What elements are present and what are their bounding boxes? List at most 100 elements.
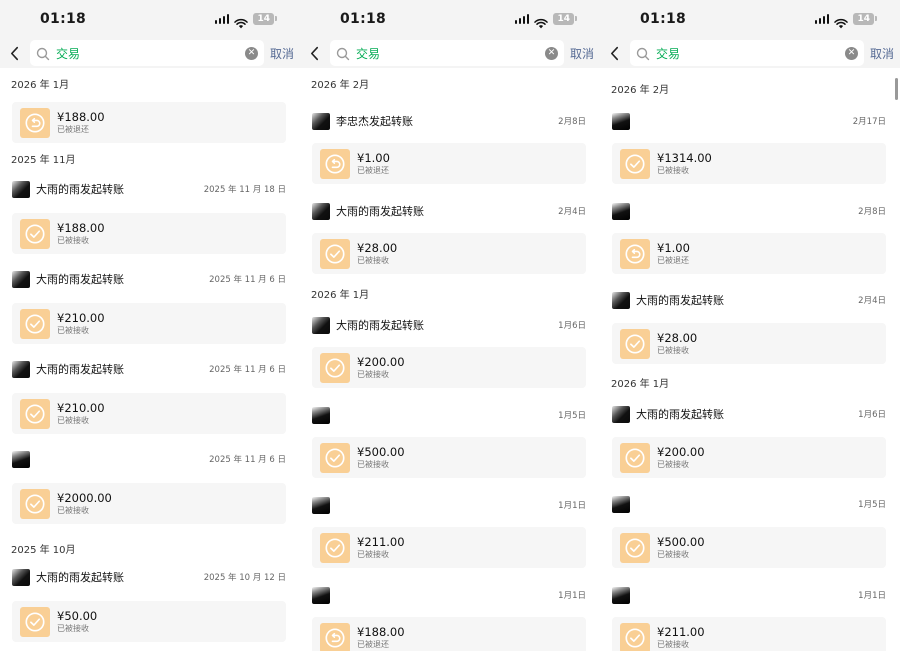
status-time: 01:18	[640, 11, 687, 27]
sender-name: 大雨的雨发起转账	[336, 205, 424, 218]
avatar[interactable]	[612, 495, 630, 513]
transfer-card[interactable]: ¥211.00 已被接收	[312, 527, 586, 568]
sender-name: 大雨的雨发起转账	[36, 571, 124, 584]
transfer-date: 2025 年 10 月 12 日	[203, 573, 286, 583]
search-term: 交易	[56, 46, 81, 61]
sender-row[interactable]: 1月5日	[312, 405, 586, 425]
status-time: 01:18	[40, 11, 87, 27]
transfer-status: 已被退还	[357, 165, 389, 175]
sender-row[interactable]: 李忠杰发起转账 2月8日	[312, 111, 586, 131]
avatar[interactable]	[312, 202, 330, 220]
transfer-date: 2月4日	[858, 296, 886, 306]
transfer-amount: ¥211.00	[657, 624, 705, 639]
transfer-card[interactable]: ¥210.00 已被接收	[12, 303, 286, 344]
avatar[interactable]	[612, 586, 630, 604]
avatar[interactable]	[12, 450, 30, 468]
transfer-card[interactable]: ¥188.00 已被退还	[312, 617, 586, 651]
transfer-card[interactable]: ¥500.00 已被接收	[612, 527, 886, 568]
transfer-card[interactable]: ¥1314.00 已被接收	[612, 143, 886, 184]
transfer-amount: ¥188.00	[357, 624, 405, 639]
avatar[interactable]	[612, 405, 630, 423]
avatar[interactable]	[312, 112, 330, 130]
sender-row[interactable]: 大雨的雨发起转账 2025 年 11 月 6 日	[12, 269, 286, 289]
clear-icon[interactable]: ✕	[844, 46, 858, 60]
transfer-status: 已被接收	[657, 639, 689, 649]
transfer-card[interactable]: ¥1.00 已被退还	[612, 233, 886, 274]
month-header: 2026 年 1月	[611, 379, 670, 390]
month-header: 2026 年 1月	[311, 290, 370, 301]
sender-row[interactable]: 大雨的雨发起转账 2025 年 11 月 18 日	[12, 179, 286, 199]
transfer-amount: ¥1314.00	[657, 150, 712, 165]
transfer-amount: ¥28.00	[657, 330, 698, 345]
transfer-amount: ¥200.00	[657, 444, 705, 459]
avatar[interactable]	[312, 316, 330, 334]
transfer-amount: ¥200.00	[357, 354, 405, 369]
sender-row[interactable]: 1月1日	[312, 495, 586, 515]
chat-search-panel: 01:18 14 交易 ✕ 取消 2026 年 2月 李忠杰发起转账 2月8日 ¥1.00 已被退…	[300, 0, 600, 651]
sender-row[interactable]: 大雨的雨发起转账 2月4日	[312, 201, 586, 221]
status-icons: 14	[814, 13, 877, 28]
transfer-card[interactable]: ¥200.00 已被接收	[312, 347, 586, 388]
clear-icon[interactable]: ✕	[244, 46, 258, 60]
transfer-status: 已被接收	[657, 165, 689, 175]
transfer-text: ¥210.00 已被接收	[57, 401, 105, 427]
status-time: 01:18	[340, 11, 387, 27]
sender-row[interactable]: 大雨的雨发起转账 2025 年 11 月 6 日	[12, 359, 286, 379]
transfer-text: ¥28.00 已被接收	[657, 331, 697, 357]
sender-row[interactable]: 大雨的雨发起转账 1月6日	[612, 404, 886, 424]
sender-row[interactable]: 1月5日	[612, 494, 886, 514]
transfer-card[interactable]: ¥500.00 已被接收	[312, 437, 586, 478]
back-arrow-icon[interactable]	[304, 41, 324, 65]
transfer-card[interactable]: ¥188.00 已被接收	[12, 213, 286, 254]
search-input[interactable]: 交易 ✕	[630, 40, 864, 66]
avatar[interactable]	[12, 180, 30, 198]
sender-row[interactable]: 2月8日	[612, 201, 886, 221]
transfer-text: ¥211.00 已被接收	[357, 535, 405, 561]
transfer-card[interactable]: ¥28.00 已被接收	[612, 323, 886, 364]
transfer-text: ¥2000.00 已被接收	[57, 491, 112, 517]
transfer-status: 已被接收	[657, 549, 689, 559]
cancel-button[interactable]: 取消	[270, 45, 294, 62]
avatar[interactable]	[312, 406, 330, 424]
transfer-card[interactable]: ¥28.00 已被接收	[312, 233, 586, 274]
sender-row[interactable]: 大雨的雨发起转账 2月4日	[612, 290, 886, 310]
back-arrow-icon[interactable]	[604, 41, 624, 65]
transfer-card[interactable]: ¥211.00 已被接收	[612, 617, 886, 651]
clear-icon[interactable]: ✕	[544, 46, 558, 60]
sender-row[interactable]: 1月1日	[612, 585, 886, 605]
transfer-card[interactable]: ¥1.00 已被退还	[312, 143, 586, 184]
avatar[interactable]	[612, 112, 630, 130]
transfer-card[interactable]: ¥188.00 已被退还	[12, 102, 286, 143]
transfer-date: 2月17日	[852, 117, 886, 127]
transfer-card[interactable]: ¥210.00 已被接收	[12, 393, 286, 434]
avatar[interactable]	[612, 291, 630, 309]
search-input[interactable]: 交易 ✕	[30, 40, 264, 66]
cancel-button[interactable]: 取消	[570, 45, 594, 62]
transfer-status: 已被接收	[57, 415, 89, 425]
check-icon	[320, 442, 350, 473]
sender-row[interactable]: 大雨的雨发起转账 2025 年 10 月 12 日	[12, 567, 286, 587]
avatar[interactable]	[312, 586, 330, 604]
transfer-text: ¥1314.00 已被接收	[657, 151, 712, 177]
avatar[interactable]	[12, 568, 30, 586]
scrollbar[interactable]	[895, 78, 898, 100]
search-bar: 交易 ✕ 取消	[300, 38, 600, 68]
check-icon	[620, 532, 650, 563]
transfer-card[interactable]: ¥200.00 已被接收	[612, 437, 886, 478]
transfer-text: ¥188.00 已被退还	[57, 110, 105, 136]
transfer-card[interactable]: ¥50.00 已被接收	[12, 601, 286, 642]
cancel-button[interactable]: 取消	[870, 45, 894, 62]
avatar[interactable]	[612, 202, 630, 220]
avatar[interactable]	[312, 496, 330, 514]
sender-row[interactable]: 大雨的雨发起转账 1月6日	[312, 315, 586, 335]
sender-row[interactable]: 2025 年 11 月 6 日	[12, 449, 286, 469]
sender-row[interactable]: 1月1日	[312, 585, 586, 605]
status-icons: 14	[214, 13, 277, 28]
transfer-date: 2月8日	[558, 117, 586, 127]
back-arrow-icon[interactable]	[4, 41, 24, 65]
search-input[interactable]: 交易 ✕	[330, 40, 564, 66]
avatar[interactable]	[12, 360, 30, 378]
avatar[interactable]	[12, 270, 30, 288]
sender-row[interactable]: 2月17日	[612, 111, 886, 131]
transfer-card[interactable]: ¥2000.00 已被接收	[12, 483, 286, 524]
